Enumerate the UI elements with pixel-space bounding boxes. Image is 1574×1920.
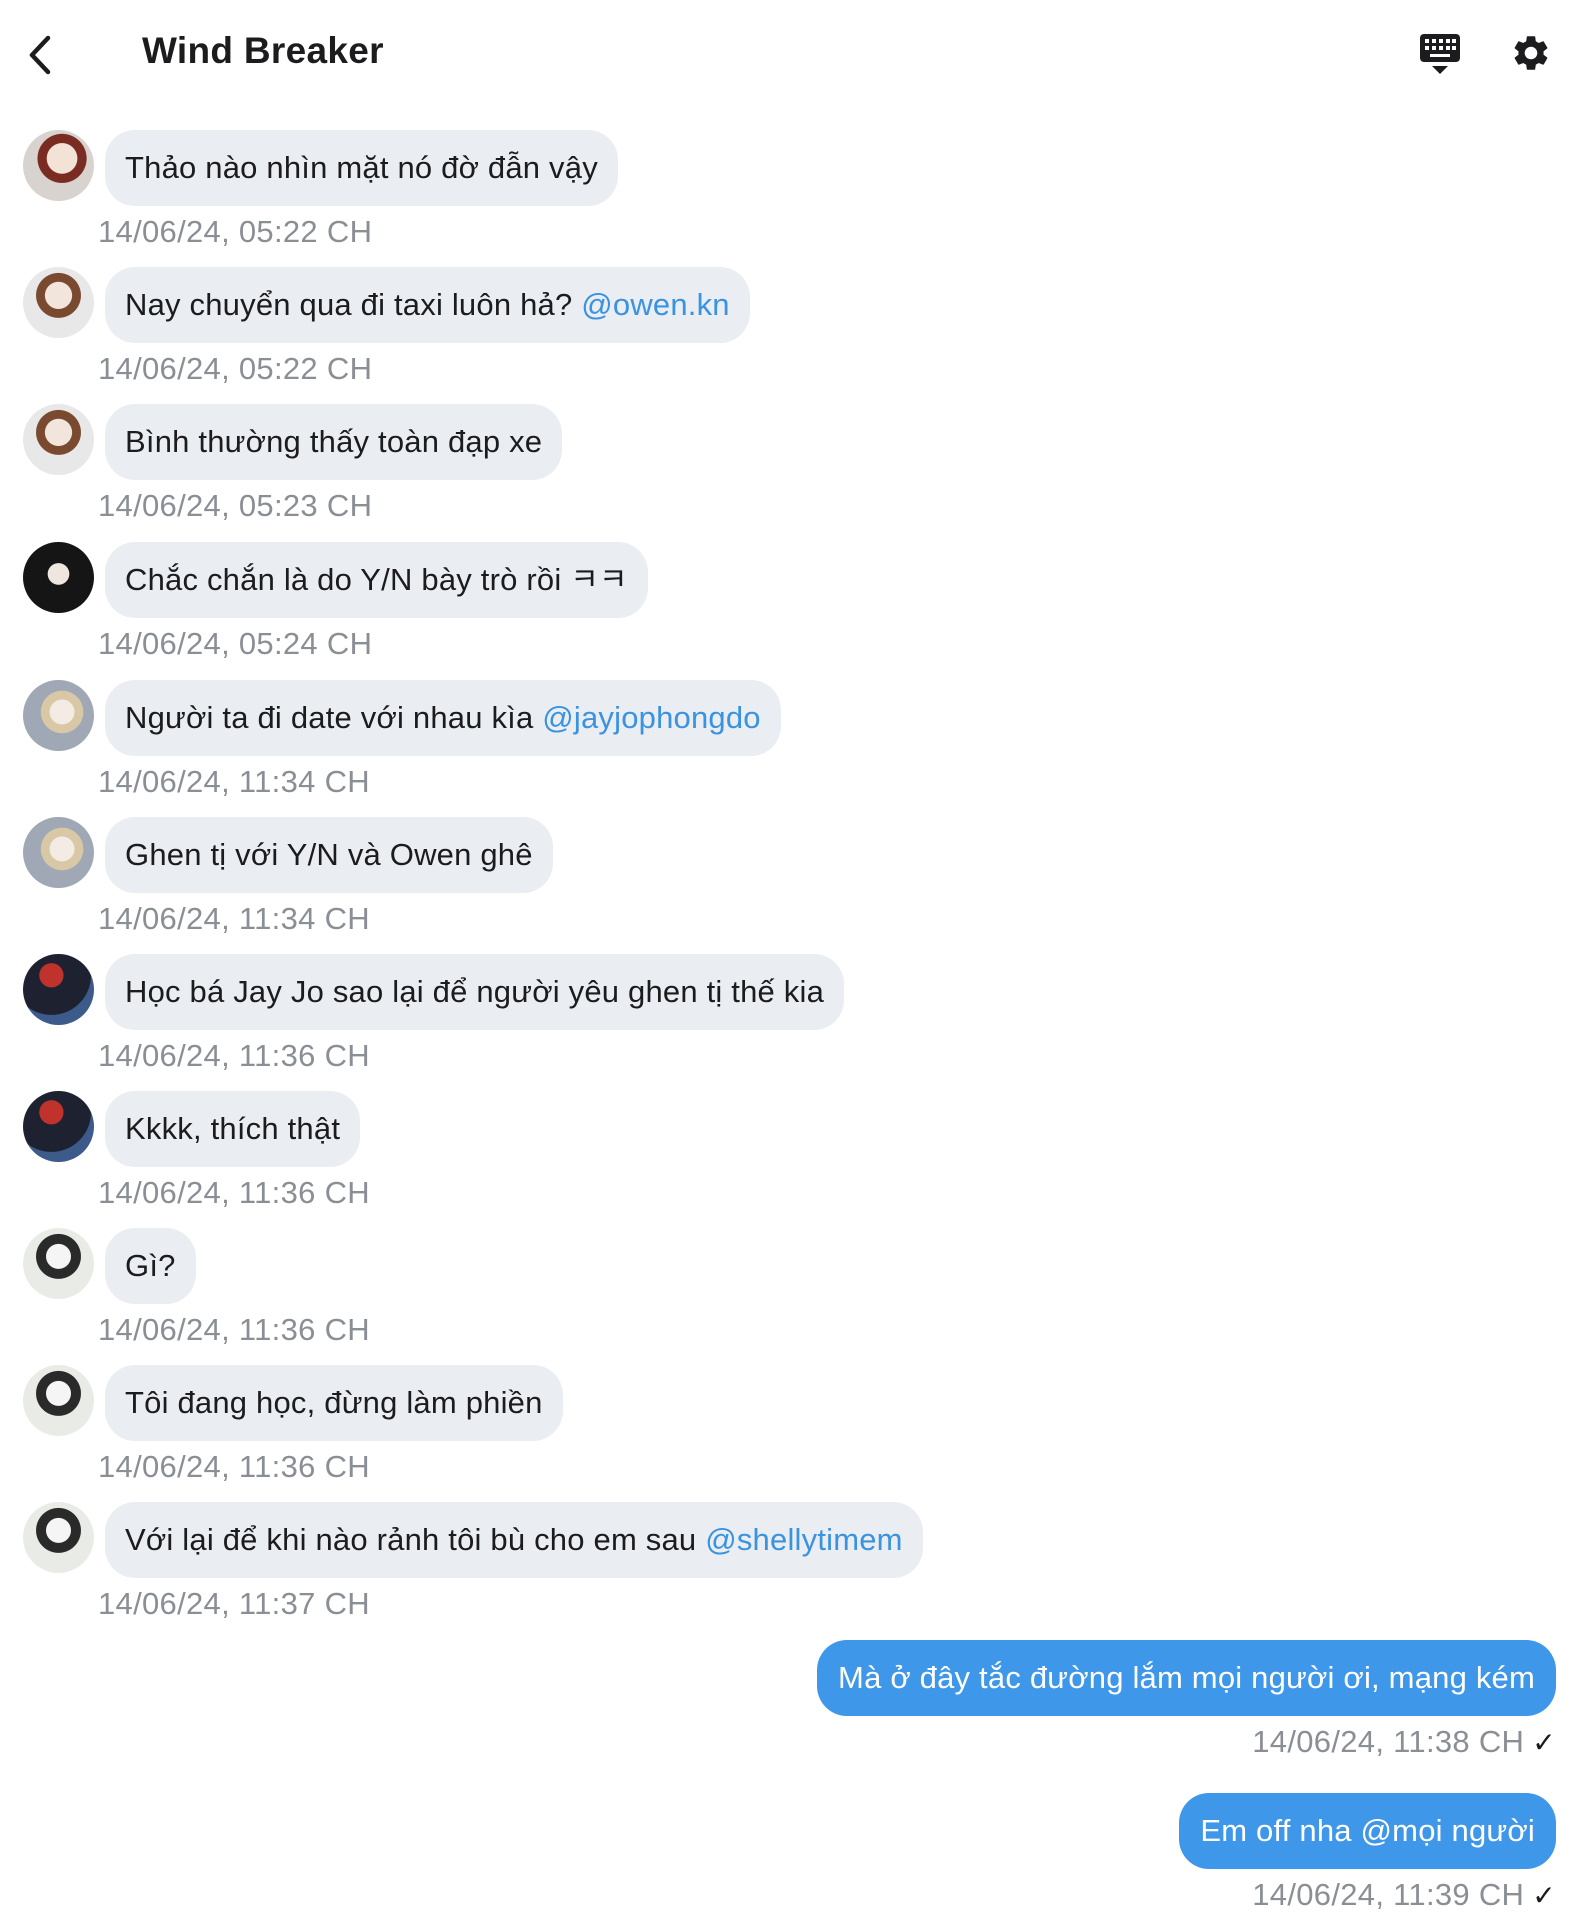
message-bubble[interactable]: Kkkk, thích thật — [105, 1091, 361, 1167]
message-bubble[interactable]: Thảo nào nhìn mặt nó đờ đẫn vậy — [105, 130, 618, 206]
message-bubble[interactable]: Người ta đi date với nhau kìa @jayjophon… — [105, 680, 781, 756]
message-timestamp: 14/06/24, 05:22 CH — [98, 214, 373, 249]
outgoing-message-bubble[interactable]: Mà ở đây tắc đường lắm mọi người ơi, mạn… — [817, 1640, 1556, 1716]
mention-link[interactable]: @shellytimem — [705, 1522, 903, 1557]
gear-icon[interactable] — [1510, 32, 1552, 74]
message-text: Nay chuyển qua đi taxi luôn hả? — [125, 287, 582, 322]
message-timestamp: 14/06/24, 11:36 CH — [98, 1038, 370, 1073]
message-bubble[interactable]: Học bá Jay Jo sao lại để người yêu ghen … — [105, 954, 845, 1030]
message-timestamp: 14/06/24, 11:36 CH — [98, 1175, 370, 1210]
avatar[interactable] — [23, 1091, 94, 1162]
outgoing-message-bubble[interactable]: Em off nha @mọi người — [1179, 1793, 1556, 1869]
avatar[interactable] — [23, 680, 94, 751]
avatar[interactable] — [23, 1365, 94, 1436]
message-text: Học bá Jay Jo sao lại để người yêu ghen … — [125, 974, 825, 1009]
message-timestamp: 14/06/24, 11:39 CH ✓ — [1252, 1877, 1556, 1913]
message-timestamp: 14/06/24, 11:38 CH ✓ — [1252, 1724, 1556, 1760]
avatar[interactable] — [23, 130, 94, 201]
avatar[interactable] — [23, 542, 94, 613]
message-text: Mà ở đây tắc đường lắm mọi người ơi, mạn… — [838, 1660, 1535, 1695]
message-text: Bình thường thấy toàn đạp xe — [125, 424, 543, 459]
message-bubble[interactable]: Với lại để khi nào rảnh tôi bù cho em sa… — [105, 1502, 923, 1578]
message-row: Người ta đi date với nhau kìa @jayjophon… — [0, 680, 1574, 817]
message-text: Với lại để khi nào rảnh tôi bù cho em sa… — [125, 1522, 706, 1557]
message-text: Tôi đang học, đừng làm phiền — [125, 1385, 543, 1420]
mention-link[interactable]: @owen.kn — [581, 287, 730, 322]
message-row: Chắc chắn là do Y/N bày trò rồi ㅋㅋ 14/06… — [0, 542, 1574, 679]
keyboard-icon[interactable] — [1418, 30, 1462, 78]
message-text: Ghen tị với Y/N và Owen ghê — [125, 837, 533, 872]
message-bubble[interactable]: Gì? — [105, 1228, 196, 1304]
message-row: Ghen tị với Y/N và Owen ghê 14/06/24, 11… — [0, 817, 1574, 954]
message-timestamp: 14/06/24, 05:24 CH — [98, 626, 373, 661]
message-timestamp: 14/06/24, 11:37 CH — [98, 1586, 370, 1621]
timestamp-text: 14/06/24, 11:39 CH — [1252, 1877, 1525, 1912]
message-row: Học bá Jay Jo sao lại để người yêu ghen … — [0, 954, 1574, 1091]
message-text: Em off nha @mọi người — [1200, 1813, 1535, 1848]
message-row: Bình thường thấy toàn đạp xe 14/06/24, 0… — [0, 404, 1574, 541]
avatar[interactable] — [23, 1502, 94, 1573]
message-row: Với lại để khi nào rảnh tôi bù cho em sa… — [0, 1502, 1574, 1639]
avatar[interactable] — [23, 817, 94, 888]
message-row: Kkkk, thích thật 14/06/24, 11:36 CH — [0, 1091, 1574, 1228]
message-bubble[interactable]: Tôi đang học, đừng làm phiền — [105, 1365, 563, 1441]
message-row: Nay chuyển qua đi taxi luôn hả? @owen.kn… — [0, 267, 1574, 404]
message-text: Kkkk, thích thật — [125, 1111, 341, 1146]
mention-link[interactable]: @jayjophongdo — [542, 700, 761, 735]
message-row: Gì? 14/06/24, 11:36 CH — [0, 1228, 1574, 1365]
avatar[interactable] — [23, 954, 94, 1025]
chat-header: Wind Breaker — [0, 0, 1574, 108]
check-icon: ✓ — [1532, 1880, 1556, 1911]
check-icon: ✓ — [1532, 1727, 1556, 1758]
message-timestamp: 14/06/24, 11:36 CH — [98, 1449, 370, 1484]
message-timestamp: 14/06/24, 11:34 CH — [98, 901, 370, 936]
message-text: Người ta đi date với nhau kìa — [125, 700, 543, 735]
message-timestamp: 14/06/24, 11:34 CH — [98, 764, 370, 799]
message-bubble[interactable]: Nay chuyển qua đi taxi luôn hả? @owen.kn — [105, 267, 750, 343]
chat-title: Wind Breaker — [142, 30, 384, 71]
message-bubble[interactable]: Bình thường thấy toàn đạp xe — [105, 404, 563, 480]
message-bubble[interactable]: Ghen tị với Y/N và Owen ghê — [105, 817, 553, 893]
avatar[interactable] — [23, 1228, 94, 1299]
message-timestamp: 14/06/24, 11:36 CH — [98, 1312, 370, 1347]
message-timestamp: 14/06/24, 05:23 CH — [98, 488, 373, 523]
message-text: Chắc chắn là do Y/N bày trò rồi ㅋㅋ — [125, 562, 628, 597]
avatar[interactable] — [23, 267, 94, 338]
message-bubble[interactable]: Chắc chắn là do Y/N bày trò rồi ㅋㅋ — [105, 542, 648, 618]
message-timestamp: 14/06/24, 05:22 CH — [98, 351, 373, 386]
message-row: Thảo nào nhìn mặt nó đờ đẫn vậy 14/06/24… — [0, 130, 1574, 267]
chevron-left-icon[interactable] — [22, 30, 66, 80]
message-text: Gì? — [125, 1248, 176, 1283]
message-text: Thảo nào nhìn mặt nó đờ đẫn vậy — [125, 150, 598, 185]
message-row: Tôi đang học, đừng làm phiền 14/06/24, 1… — [0, 1365, 1574, 1502]
timestamp-text: 14/06/24, 11:38 CH — [1252, 1724, 1525, 1759]
avatar[interactable] — [23, 404, 94, 475]
